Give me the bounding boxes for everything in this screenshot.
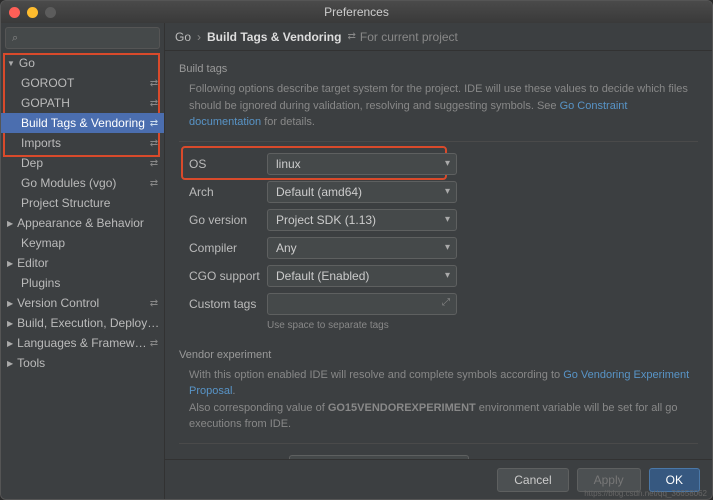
select-os[interactable]: linux [267, 153, 457, 175]
project-scope-indicator: ⇄For current project [347, 30, 457, 44]
tree-gopath[interactable]: GOPATH⇄ [1, 93, 164, 113]
apply-button[interactable]: Apply [577, 468, 641, 492]
preferences-tree: Go GOROOT⇄ GOPATH⇄ Build Tags & Vendorin… [1, 53, 164, 499]
expand-icon[interactable]: ⤢ [442, 297, 450, 308]
tree-imports[interactable]: Imports⇄ [1, 133, 164, 153]
select-enable-vendoring[interactable]: Default for SDK (Enabled) [289, 455, 469, 460]
custom-tags-hint: Use space to separate tags [267, 320, 698, 331]
breadcrumb-root[interactable]: Go [175, 30, 191, 44]
tree-languages[interactable]: Languages & Frameworks⇄ [1, 333, 164, 353]
label-cgo: CGO support [189, 269, 267, 283]
window-title: Preferences [1, 5, 712, 19]
tree-go-modules[interactable]: Go Modules (vgo)⇄ [1, 173, 164, 193]
cancel-button[interactable]: Cancel [497, 468, 568, 492]
tree-build-tags[interactable]: Build Tags & Vendoring⇄ [1, 113, 164, 133]
tree-dep[interactable]: Dep⇄ [1, 153, 164, 173]
tree-project-structure[interactable]: Project Structure [1, 193, 164, 213]
label-go-version: Go version [189, 213, 267, 227]
tree-goroot[interactable]: GOROOT⇄ [1, 73, 164, 93]
tree-appearance[interactable]: Appearance & Behavior [1, 213, 164, 233]
label-enable-vendoring: Enable vendoring [189, 459, 289, 460]
select-go-version[interactable]: Project SDK (1.13) [267, 209, 457, 231]
label-os: OS [189, 157, 267, 171]
select-compiler[interactable]: Any [267, 237, 457, 259]
watermark: https://blog.csdn.net/qq_36658062 [584, 489, 707, 498]
label-arch: Arch [189, 185, 267, 199]
titlebar: Preferences [1, 1, 712, 23]
tree-build[interactable]: Build, Execution, Deployment [1, 313, 164, 333]
section-vendor: Vendor experiment [179, 349, 698, 361]
search-input[interactable]: ⌕ [5, 27, 160, 49]
breadcrumb-current: Build Tags & Vendoring [207, 30, 341, 44]
vendor-help: With this option enabled IDE will resolv… [179, 367, 698, 433]
tree-go[interactable]: Go [1, 53, 164, 73]
select-arch[interactable]: Default (amd64) [267, 181, 457, 203]
ok-button[interactable]: OK [649, 468, 700, 492]
tree-editor[interactable]: Editor [1, 253, 164, 273]
build-tags-help: Following options describe target system… [179, 81, 698, 131]
tree-keymap[interactable]: Keymap [1, 233, 164, 253]
breadcrumb: Go › Build Tags & Vendoring ⇄For current… [165, 23, 712, 51]
input-custom-tags[interactable]: ⤢ [267, 293, 457, 315]
tree-tools[interactable]: Tools [1, 353, 164, 373]
tree-plugins[interactable]: Plugins [1, 273, 164, 293]
label-custom-tags: Custom tags [189, 297, 267, 311]
select-cgo[interactable]: Default (Enabled) [267, 265, 457, 287]
tree-version-control[interactable]: Version Control⇄ [1, 293, 164, 313]
section-build-tags: Build tags [179, 63, 698, 75]
label-compiler: Compiler [189, 241, 267, 255]
